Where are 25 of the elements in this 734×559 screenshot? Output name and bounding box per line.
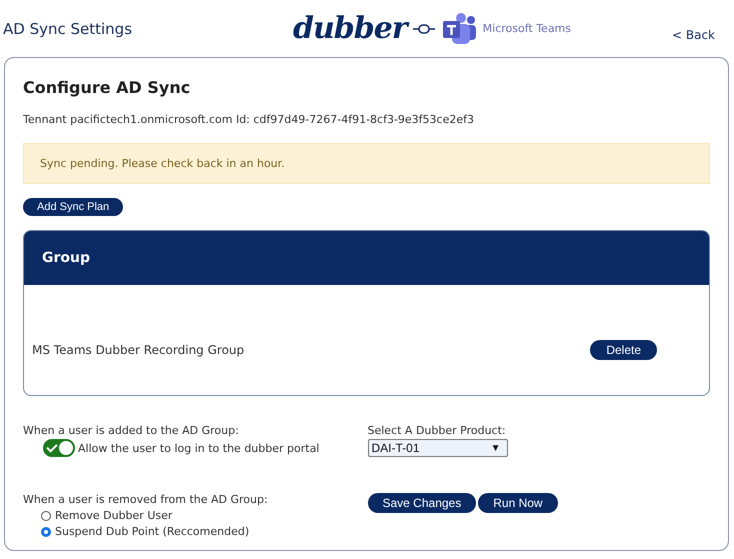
partner-name: Microsoft Teams bbox=[482, 22, 572, 35]
radio-button[interactable] bbox=[41, 510, 51, 520]
radio-button[interactable] bbox=[41, 526, 51, 536]
add-sync-plan-button[interactable]: Add Sync Plan bbox=[23, 198, 124, 216]
card-title: Configure AD Sync bbox=[23, 78, 192, 97]
group-name: MS Teams Dubber Recording Group bbox=[32, 343, 244, 357]
tenant-info: Tennant pacifictech1.onmicrosoft.com Id: cdf97d49-7267-4f91-8cf3-9e3f53ce2ef3 bbox=[23, 113, 476, 126]
product-dropdown[interactable]: DAI-T-01 ▼ bbox=[368, 439, 508, 457]
delete-button[interactable]: Delete bbox=[590, 340, 657, 360]
radio-label: Remove Dubber User bbox=[55, 509, 172, 522]
teams-icon bbox=[440, 12, 477, 46]
toggle-label: Allow the user to log in to the dubber portal bbox=[78, 442, 320, 454]
run-now-button[interactable]: Run Now bbox=[478, 493, 558, 513]
page-title: AD Sync Settings bbox=[3, 20, 132, 38]
column-header: Group bbox=[42, 250, 90, 266]
alert-text: Sync pending. Please check back in an hour. bbox=[40, 157, 285, 170]
field-label: Select A Dubber Product: bbox=[368, 424, 507, 437]
toggle-switch[interactable] bbox=[43, 439, 75, 457]
save-changes-button[interactable]: Save Changes bbox=[368, 493, 476, 513]
plug-icon bbox=[412, 22, 435, 34]
dubber-logo: dubber bbox=[293, 11, 407, 46]
field-label: When a user is removed from the AD Group: bbox=[23, 493, 269, 506]
radio-label: Suspend Dub Point (Reccomended) bbox=[55, 525, 250, 538]
field-label: When a user is added to the AD Group: bbox=[23, 424, 240, 437]
back-link[interactable]: < Back bbox=[672, 28, 715, 42]
